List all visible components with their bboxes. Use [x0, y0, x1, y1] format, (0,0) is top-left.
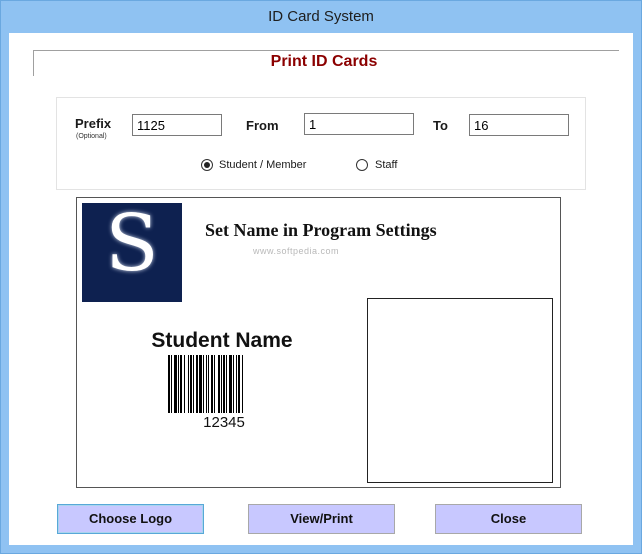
organization-name: Set Name in Program Settings	[205, 220, 437, 240]
staff-radio-label[interactable]: Staff	[375, 159, 397, 171]
barcode-bar	[233, 355, 234, 413]
barcode-bar	[238, 355, 240, 413]
barcode-bar	[221, 355, 222, 413]
staff-radio[interactable]	[356, 159, 368, 171]
barcode-bar	[203, 355, 204, 413]
barcode-bar	[174, 355, 177, 413]
barcode-bar	[184, 355, 185, 413]
app-window: ID Card System Print ID Cards Prefix (Op…	[0, 0, 642, 554]
window-title: ID Card System	[268, 8, 374, 25]
barcode-bar	[178, 355, 179, 413]
barcode-bar	[242, 355, 243, 413]
student-member-radio-label[interactable]: Student / Member	[219, 159, 306, 171]
barcode-bar	[226, 355, 227, 413]
student-member-radio[interactable]	[201, 159, 213, 171]
to-label: To	[433, 118, 448, 133]
barcode-bar	[171, 355, 172, 413]
barcode-bar	[214, 355, 215, 413]
logo-image: S	[82, 203, 182, 302]
photo-frame	[367, 298, 553, 483]
barcode-bar	[168, 355, 170, 413]
to-input[interactable]	[469, 114, 569, 136]
view-print-button[interactable]: View/Print	[248, 504, 395, 534]
watermark: www.softpedia.com	[253, 246, 340, 256]
prefix-label: Prefix	[75, 116, 112, 131]
student-name: Student Name	[151, 329, 293, 352]
barcode-bar	[199, 355, 202, 413]
from-label: From	[246, 118, 279, 133]
from-input[interactable]	[304, 113, 414, 135]
choose-logo-button[interactable]: Choose Logo	[57, 504, 204, 534]
barcode-bar	[190, 355, 192, 413]
barcode-bar	[236, 355, 237, 413]
header-divider	[33, 50, 619, 51]
prefix-input[interactable]	[132, 114, 222, 136]
barcode-bar	[211, 355, 213, 413]
barcode-bar	[229, 355, 232, 413]
barcode-bar	[208, 355, 209, 413]
barcode-bar	[218, 355, 220, 413]
prefix-hint: (Optional)	[76, 133, 107, 140]
barcode-bar	[188, 355, 189, 413]
filter-panel: Prefix (Optional) From To Student / Memb…	[56, 97, 586, 190]
logo-letter: S	[105, 203, 159, 289]
barcode-bar	[193, 355, 194, 413]
barcode-bar	[196, 355, 198, 413]
id-card-preview: S Set Name in Program Settings www.softp…	[76, 197, 561, 488]
close-button[interactable]: Close	[435, 504, 582, 534]
barcode-bar	[223, 355, 225, 413]
barcode	[168, 355, 243, 413]
barcode-bar	[206, 355, 207, 413]
client-area: Print ID Cards Prefix (Optional) From To…	[9, 33, 633, 545]
page-title: Print ID Cards	[270, 53, 378, 70]
barcode-number: 12345	[203, 414, 245, 431]
barcode-bar	[180, 355, 182, 413]
